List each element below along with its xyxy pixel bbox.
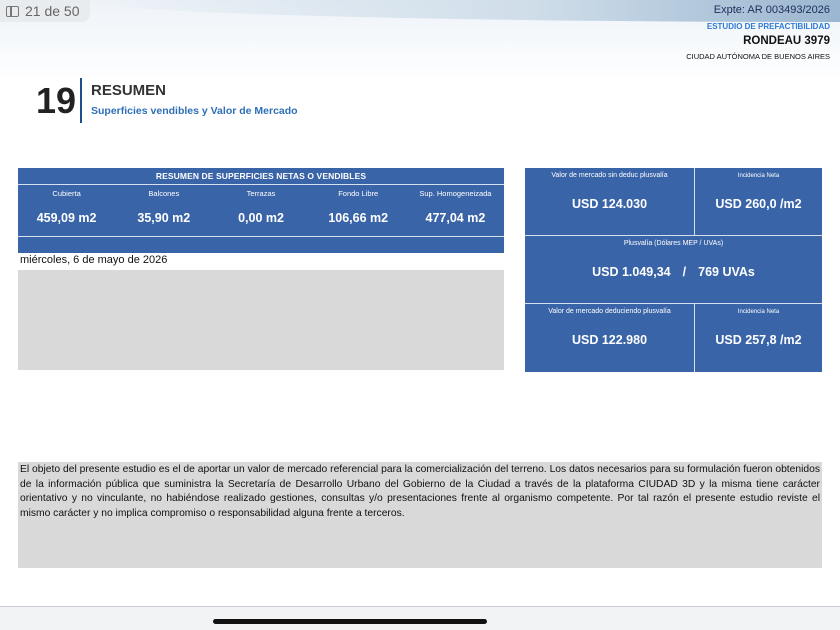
surface-column: Sup. Homogeneizada 477,04 m2	[407, 185, 504, 236]
surface-label: Terrazas	[246, 189, 276, 198]
section-title: RESUMEN	[91, 82, 167, 99]
placeholder-block	[18, 270, 504, 370]
surface-column: Fondo Libre 106,66 m2	[310, 185, 407, 236]
page-indicator[interactable]: 21 de 50	[0, 0, 90, 22]
value-label: Valor de mercado deduciendo plusvalía	[548, 308, 671, 315]
expte-number: Expte: AR 003493/2026	[713, 4, 830, 16]
surface-label: Balcones	[148, 189, 180, 198]
section-number: 19	[36, 80, 77, 121]
plusvalia-usd: USD 1.049,34	[592, 265, 671, 279]
value-label: Valor de mercado sin deduc plusvalía	[551, 172, 668, 179]
market-value-deducted: Valor de mercado deduciendo plusvalía US…	[525, 304, 695, 372]
plusvalia-uvas: 769 UVAs	[698, 265, 755, 279]
study-type: ESTUDIO DE PREFACTIBILIDAD	[706, 22, 830, 32]
surface-value: 35,90 m2	[137, 211, 191, 225]
disclaimer-text: El objeto del presente estudio es el de …	[20, 464, 820, 519]
surface-column: Cubierta 459,09 m2	[18, 185, 115, 236]
value-label: Incidencia Neta	[737, 309, 780, 315]
surface-value: 459,09 m2	[36, 211, 97, 225]
surface-value: 106,66 m2	[328, 211, 389, 225]
value-amount: USD 122.980	[571, 333, 648, 347]
plusvalia-separator: /	[682, 265, 687, 279]
plusvalia-cell: Plusvalía (Dólares MEP / UVAs) USD 1.049…	[525, 236, 822, 304]
surface-label: Fondo Libre	[338, 189, 379, 198]
value-label: Incidencia Neta	[737, 173, 780, 179]
surface-value: 477,04 m2	[425, 211, 486, 225]
net-incidence-cell: Incidencia Neta USD 257,8 /m2	[695, 304, 822, 372]
home-indicator[interactable]	[213, 619, 487, 624]
surface-label: Sup. Homogeneizada	[419, 189, 492, 198]
section-subtitle: Superficies vendibles y Valor de Mercado	[91, 105, 298, 117]
surfaces-table-title: RESUMEN DE SUPERFICIES NETAS O VENDIBLES	[18, 168, 504, 185]
document-header: Expte: AR 003493/2026 ESTUDIO DE PREFACT…	[686, 4, 830, 61]
surfaces-table-footer	[18, 237, 504, 254]
disclaimer-box: El objeto del presente estudio es el de …	[18, 462, 822, 568]
sidebar-toggle-icon[interactable]	[6, 5, 19, 17]
surface-label: Cubierta	[52, 189, 81, 198]
section-divider	[80, 78, 82, 123]
city-name: CIUDAD AUTÓNOMA DE BUENOS AIRES	[686, 51, 830, 61]
document-date: miércoles, 6 de mayo de 2026	[20, 254, 168, 266]
surfaces-summary-table: RESUMEN DE SUPERFICIES NETAS O VENDIBLES…	[18, 168, 504, 253]
page-indicator-label: 21 de 50	[25, 3, 80, 19]
property-address: RONDEAU 3979	[743, 34, 830, 47]
value-amount: USD 124.030	[571, 197, 648, 211]
market-value-panel: Valor de mercado sin deduc plusvalía USD…	[525, 168, 822, 372]
surface-column: Balcones 35,90 m2	[115, 185, 212, 236]
net-incidence-cell: Incidencia Neta USD 260,0 /m2	[695, 168, 822, 235]
market-value-no-deduction: Valor de mercado sin deduc plusvalía USD…	[525, 168, 695, 235]
surface-column: Terrazas 0,00 m2	[212, 185, 309, 236]
value-amount: USD 257,8 /m2	[715, 333, 802, 347]
value-label: Plusvalía (Dólares MEP / UVAs)	[623, 240, 724, 247]
surface-value: 0,00 m2	[238, 211, 284, 225]
value-amount: USD 260,0 /m2	[715, 197, 802, 211]
